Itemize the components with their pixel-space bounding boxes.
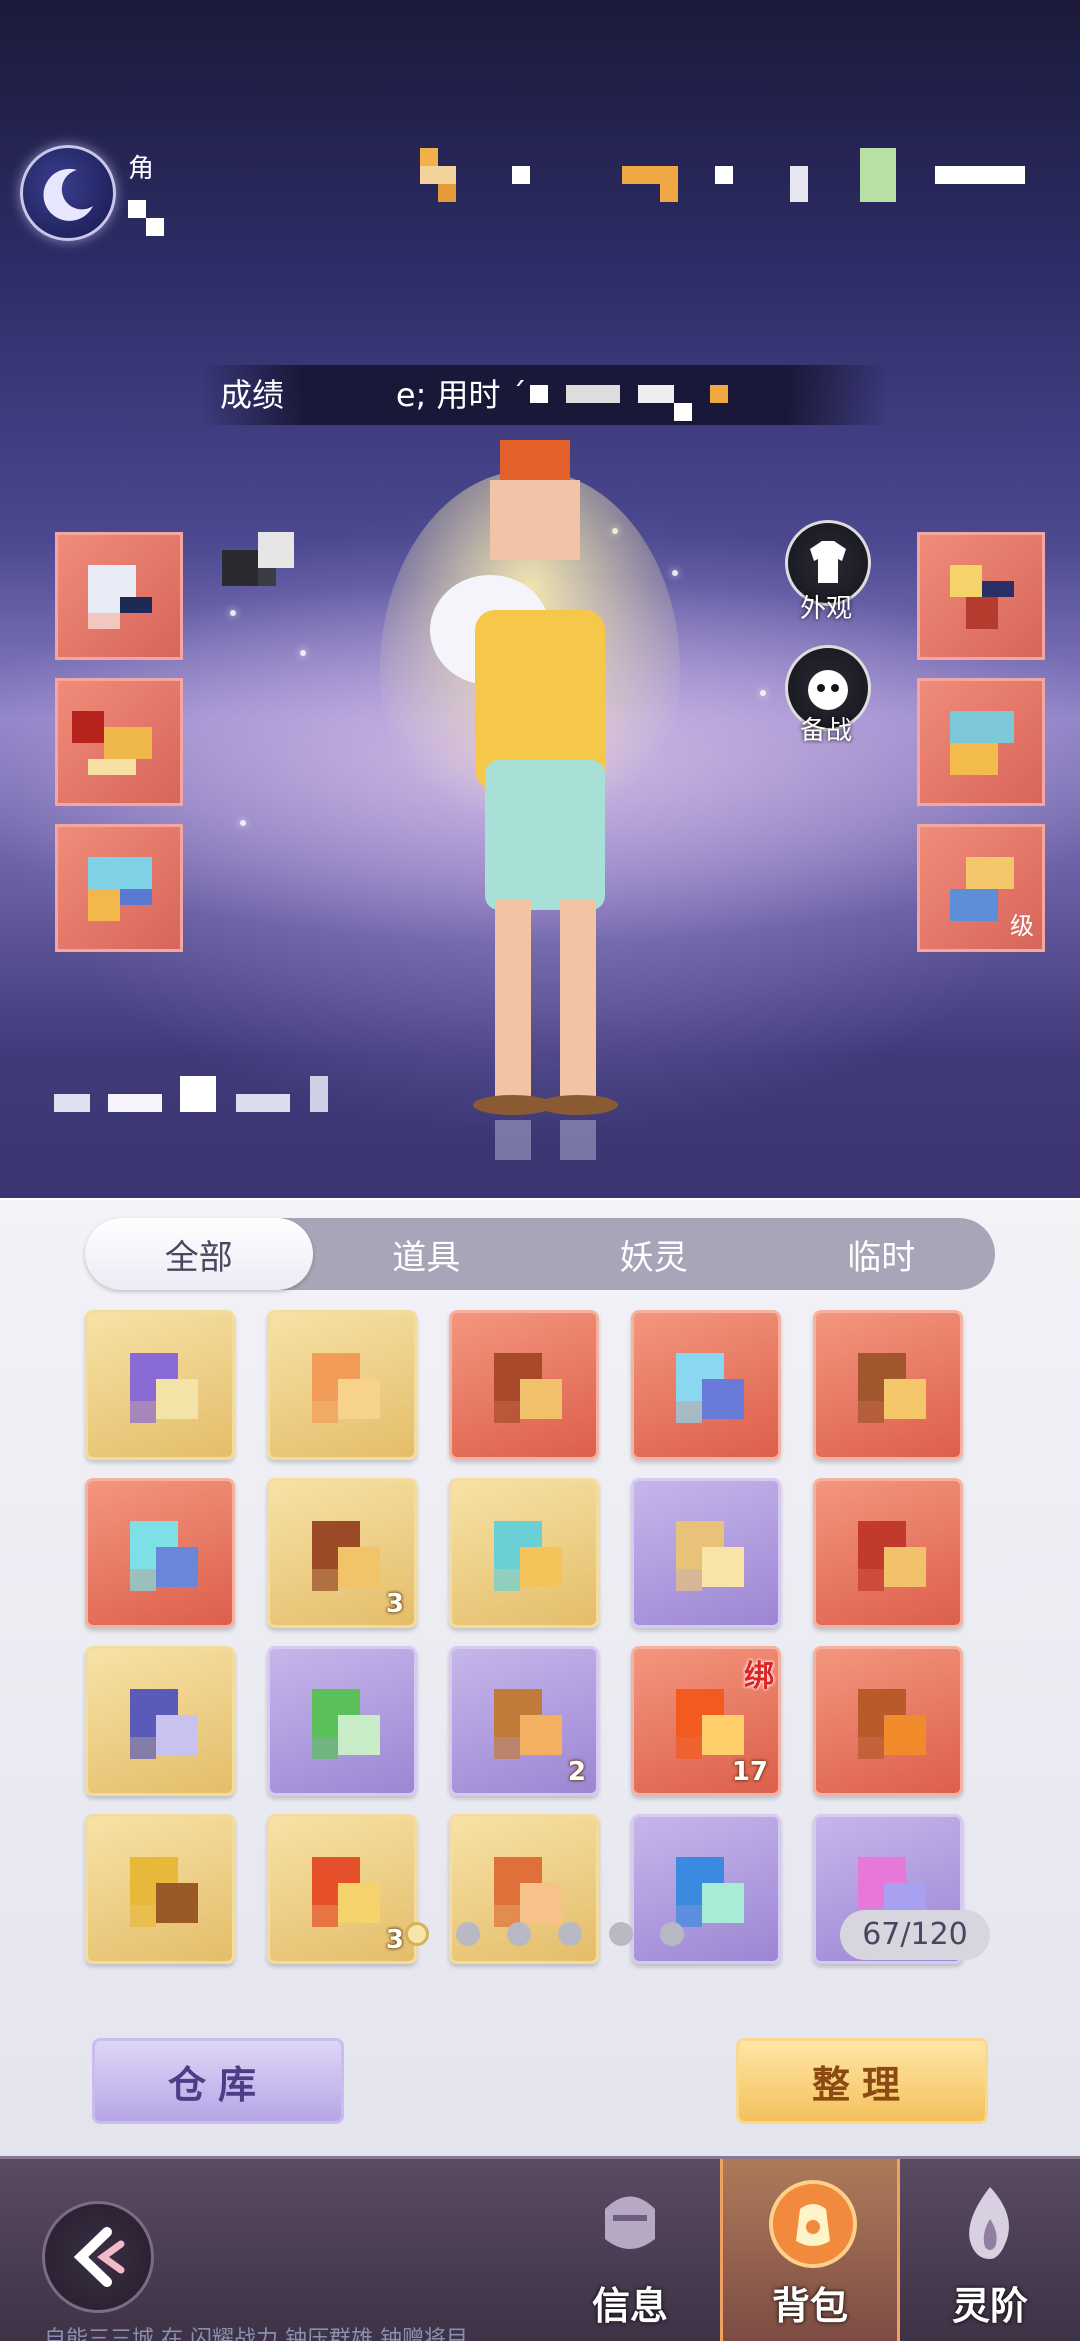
red-chest-icon [844, 1507, 938, 1601]
blue-crystal-icon [662, 1339, 756, 1433]
inventory-slot[interactable] [85, 1646, 235, 1796]
sparkle [230, 610, 236, 616]
inventory-slot[interactable] [631, 1310, 781, 1460]
score-time-bar: 成绩 e; 用时 ´ [200, 365, 890, 425]
tab-spirits[interactable]: 妖灵 [540, 1218, 768, 1290]
inventory-slot[interactable] [85, 1478, 235, 1628]
orange-orb-icon [298, 1339, 392, 1433]
inventory-slot[interactable] [813, 1478, 963, 1628]
inventory-slot[interactable] [85, 1310, 235, 1460]
amber-potion-icon [480, 1675, 574, 1769]
warehouse-button[interactable]: 仓库 [92, 2038, 344, 2124]
backup-label: 备战 [800, 716, 853, 746]
yellow-charm-icon [116, 1843, 210, 1937]
brown-scroll-icon [298, 1507, 392, 1601]
moon-avatar-icon[interactable] [20, 145, 116, 241]
fist-icon [605, 2196, 655, 2249]
inventory-slot[interactable] [813, 1646, 963, 1796]
item-count: 3 [385, 1925, 404, 1955]
tab-items[interactable]: 道具 [313, 1218, 541, 1290]
purple-crescent-icon [116, 1339, 210, 1433]
tab-all[interactable]: 全部 [85, 1218, 313, 1290]
inventory-tabs: 全部 道具 妖灵 临时 [85, 1218, 995, 1290]
back-button[interactable] [42, 2201, 154, 2313]
red-flame-icon [298, 1843, 392, 1937]
equip-item-icon [72, 841, 168, 937]
mixed-box-icon [480, 1339, 574, 1433]
capacity-counter: 67/120 [840, 1910, 990, 1960]
teal-gem-icon [480, 1507, 574, 1601]
gift-box-icon [116, 1675, 210, 1769]
cyan-gem-icon [116, 1507, 210, 1601]
player-character [380, 440, 680, 1160]
censored-stat-strip [40, 1076, 360, 1116]
nav-info[interactable]: 信息 [540, 2159, 720, 2341]
player-name: 角 [128, 154, 155, 184]
orange-relic-icon [844, 1675, 938, 1769]
page-dot[interactable] [405, 1922, 429, 1946]
equip-slot-right-3[interactable]: 级 [917, 824, 1045, 952]
inventory-slot[interactable] [85, 1814, 235, 1964]
inventory-slot[interactable] [449, 1310, 599, 1460]
score-time-censored [530, 385, 830, 421]
page-dot[interactable] [456, 1922, 480, 1946]
brown-pouch-icon [844, 1339, 938, 1433]
page-dot[interactable] [558, 1922, 582, 1946]
equip-item-icon [934, 549, 1030, 645]
inventory-slot[interactable] [813, 1310, 963, 1460]
scrolling-announcement: 自能三三城 在 闪耀战力 钟压群雄 钟赠将目 [44, 2327, 468, 2341]
page-indicator [405, 1922, 684, 1946]
level-hint: 级 [1010, 912, 1034, 940]
inventory-slot[interactable]: 3 [267, 1814, 417, 1964]
inventory-slot[interactable] [631, 1478, 781, 1628]
equip-slot-right-1[interactable] [917, 532, 1045, 660]
inventory-slot[interactable] [449, 1478, 599, 1628]
flame-icon [969, 2187, 1009, 2259]
inventory-panel: 全部 道具 妖灵 临时 3 2 绑 17 3 67/120 仓库 整理 [0, 1198, 1080, 2156]
sparkle [760, 690, 766, 696]
equip-slot-left-3[interactable] [55, 824, 183, 952]
item-count: 2 [567, 1757, 586, 1787]
equip-slot-left-1[interactable] [55, 532, 183, 660]
page-dot[interactable] [609, 1922, 633, 1946]
equip-slot-left-2[interactable] [55, 678, 183, 806]
censored-badge [222, 532, 312, 604]
back-arrow-icon [73, 2227, 125, 2287]
nav-bag[interactable]: 背包 [720, 2159, 900, 2341]
money-bag-icon [769, 2180, 857, 2268]
inventory-slot[interactable] [267, 1646, 417, 1796]
sparkle [240, 820, 246, 826]
equip-item-icon [72, 695, 168, 791]
item-count: 3 [385, 1589, 404, 1619]
score-time-text: 成绩 e; 用时 ´ [220, 376, 527, 414]
inventory-slot[interactable]: 3 [267, 1478, 417, 1628]
equip-item-icon [934, 695, 1030, 791]
green-leaf-icon [298, 1675, 392, 1769]
character-scene: 角 成绩 e; 用时 ´ 外观 备战 级 [0, 0, 1080, 1198]
inventory-slot[interactable]: 2 [449, 1646, 599, 1796]
sparkle [300, 650, 306, 656]
item-count: 17 [731, 1757, 768, 1787]
inventory-slot[interactable] [267, 1310, 417, 1460]
nav-rank[interactable]: 灵阶 [900, 2159, 1080, 2341]
page-dot[interactable] [507, 1922, 531, 1946]
sort-button[interactable]: 整理 [736, 2038, 988, 2124]
bottom-nav: 信息 背包 灵阶 自能三三城 在 闪耀战力 钟压群雄 钟赠将目 [0, 2156, 1080, 2341]
tab-temporary[interactable]: 临时 [768, 1218, 996, 1290]
inventory-slot[interactable]: 绑 17 [631, 1646, 781, 1796]
bound-badge: 绑 [744, 1659, 774, 1694]
fire-orb-icon [662, 1675, 756, 1769]
tan-bag-icon [662, 1507, 756, 1601]
page-dot[interactable] [660, 1922, 684, 1946]
censored-info-strip [400, 148, 1040, 204]
equip-item-icon [72, 549, 168, 645]
appearance-label: 外观 [800, 594, 853, 624]
equip-slot-right-2[interactable] [917, 678, 1045, 806]
